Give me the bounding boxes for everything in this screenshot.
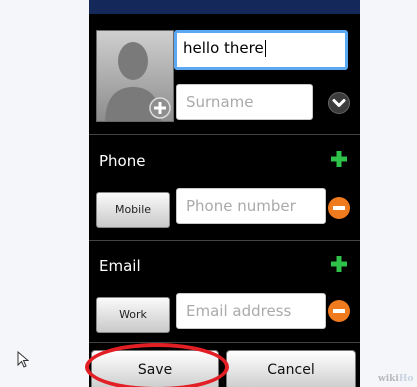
phone-number-placeholder: Phone number	[186, 197, 296, 215]
page-background-left	[0, 0, 89, 387]
expand-name-button[interactable]	[328, 92, 350, 114]
contact-photo[interactable]	[96, 30, 174, 122]
email-section-label: Email	[99, 257, 141, 275]
name-input-value: hello there	[183, 39, 264, 57]
phone-screen: hello there Surname Phone Mobile Phone n…	[89, 0, 360, 387]
add-phone-button[interactable]	[328, 148, 350, 170]
add-photo-icon[interactable]	[149, 97, 171, 119]
chevron-down-icon	[332, 99, 346, 107]
divider	[89, 134, 360, 135]
header-bar	[89, 0, 360, 14]
minus-icon	[333, 206, 345, 210]
watermark-suffix: Ho	[398, 374, 414, 384]
add-email-button[interactable]	[328, 253, 350, 275]
email-address-placeholder: Email address	[186, 302, 292, 320]
surname-input[interactable]: Surname	[176, 84, 313, 120]
email-type-button[interactable]: Work	[96, 297, 170, 333]
phone-type-button[interactable]: Mobile	[96, 192, 170, 228]
remove-phone-button[interactable]	[328, 197, 350, 219]
surname-placeholder: Surname	[186, 93, 254, 111]
divider	[89, 240, 360, 241]
divider	[89, 342, 360, 343]
watermark-brand: wiki	[378, 374, 399, 384]
watermark: wikiHo	[378, 374, 413, 384]
cancel-button[interactable]: Cancel	[226, 350, 356, 387]
mouse-pointer-icon	[17, 351, 29, 368]
plus-icon	[331, 151, 347, 167]
minus-icon	[333, 309, 345, 313]
name-input[interactable]: hello there	[174, 30, 348, 70]
plus-icon	[331, 256, 347, 272]
save-button[interactable]: Save	[91, 350, 219, 387]
remove-email-button[interactable]	[328, 300, 350, 322]
phone-section-label: Phone	[99, 152, 146, 170]
email-address-input[interactable]: Email address	[176, 293, 326, 329]
text-caret	[264, 40, 266, 57]
page-background-right	[360, 0, 417, 387]
phone-number-input[interactable]: Phone number	[176, 188, 326, 224]
